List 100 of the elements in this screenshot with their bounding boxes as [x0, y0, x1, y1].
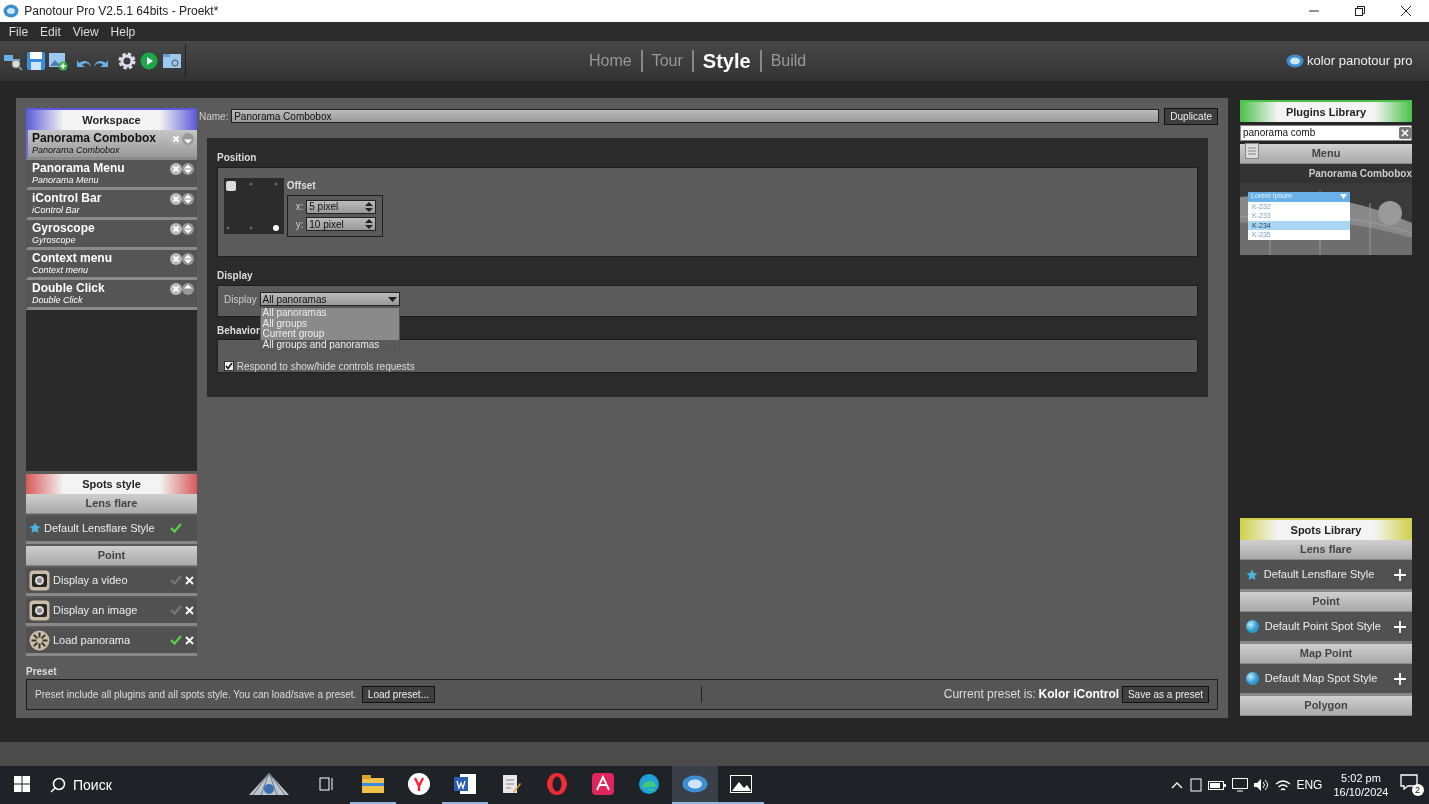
ptp-app-icon — [682, 775, 708, 793]
remove-icon[interactable] — [170, 253, 182, 265]
battery-icon[interactable] — [1208, 779, 1227, 791]
item-subtitle: Panorama Combobox — [32, 145, 121, 156]
reorder-icon[interactable] — [182, 163, 194, 175]
field-label: Display — [224, 293, 257, 307]
spot-style-item[interactable]: Load panorama — [26, 627, 197, 656]
save-button[interactable] — [25, 51, 46, 71]
workspace-item[interactable]: Context menu Context menu — [26, 250, 197, 280]
menu-category-icon — [1245, 143, 1259, 159]
dropdown-option[interactable]: All groups and panoramas — [260, 339, 399, 350]
check-icon[interactable] — [170, 523, 182, 534]
workspace-item[interactable]: Gyroscope Gyroscope — [26, 220, 197, 250]
check-icon[interactable] — [170, 575, 182, 586]
item-subtitle: Panorama Menu — [32, 175, 100, 186]
item-label: Default Lensflare Style — [44, 521, 156, 536]
load-preset-button[interactable]: Load preset... — [361, 685, 435, 703]
clock-date[interactable]: 16/10/2024 — [1333, 785, 1389, 799]
sphere-icon — [1246, 620, 1259, 633]
save-icon — [25, 51, 46, 71]
check-icon[interactable] — [170, 635, 182, 646]
save-preset-button[interactable]: Save as a preset — [1121, 685, 1209, 703]
taskbar-app[interactable] — [672, 766, 718, 804]
reorder-icon[interactable] — [182, 193, 194, 205]
item-subtitle: Double Click — [32, 295, 84, 306]
spot-style-item[interactable]: Default Lensflare Style — [26, 515, 197, 544]
spot-library-item[interactable]: Default Lensflare Style — [1240, 560, 1412, 592]
menu-item[interactable]: Edit — [34, 22, 67, 41]
loader-icon — [29, 629, 50, 651]
reorder-icon[interactable] — [182, 283, 194, 295]
workspace-item[interactable]: Panorama Menu Panorama Menu — [26, 160, 197, 190]
remove-icon[interactable] — [185, 635, 194, 645]
notifications-button[interactable]: 2 — [1399, 774, 1424, 796]
remove-icon[interactable] — [170, 223, 182, 235]
item-subtitle: Gyroscope — [32, 235, 77, 246]
menu-item[interactable]: View — [66, 22, 105, 41]
speaker-icon[interactable] — [1253, 778, 1270, 792]
settings-button[interactable] — [116, 51, 137, 71]
yandex-icon — [408, 773, 430, 795]
wifi-icon[interactable] — [1274, 778, 1291, 792]
category-header: Menu — [1240, 143, 1412, 164]
menu-item[interactable]: Help — [104, 22, 142, 41]
remove-icon[interactable] — [170, 193, 182, 205]
chevron-up-icon[interactable] — [1171, 781, 1184, 789]
play-button[interactable] — [139, 51, 160, 71]
language-indicator[interactable]: ENG — [1296, 776, 1323, 794]
spot-style-item[interactable]: Display a video — [26, 567, 197, 596]
add-icon[interactable] — [1394, 672, 1406, 685]
add-image-button[interactable] — [48, 51, 69, 71]
spot-library-item[interactable]: Default Map Spot Style — [1240, 664, 1412, 696]
workspace-item[interactable]: iControl Bar iControl Bar — [26, 190, 197, 220]
remove-icon[interactable] — [185, 575, 194, 585]
spin-icon[interactable] — [365, 201, 374, 212]
duplicate-button[interactable]: Duplicate — [1164, 107, 1218, 125]
item-title: Context menu — [32, 251, 113, 265]
mode-tab[interactable]: Style — [693, 50, 762, 72]
remove-icon[interactable] — [170, 283, 182, 295]
section-title: Display — [217, 269, 254, 283]
menu-item[interactable]: File — [2, 22, 35, 41]
panel-header: Spots Library — [1240, 518, 1412, 540]
item-label: Display an image — [53, 603, 139, 618]
clear-icon[interactable] — [1399, 126, 1411, 139]
add-icon[interactable] — [1394, 568, 1406, 581]
pdf-app-icon — [592, 773, 614, 795]
spin-field[interactable]: 10 pixel — [306, 217, 377, 232]
item-label: Load panorama — [53, 633, 132, 648]
folder-button[interactable] — [162, 51, 182, 71]
reorder-icon[interactable] — [182, 253, 194, 265]
checkbox[interactable] — [224, 361, 234, 371]
item-title: Panorama Combobox — [32, 131, 158, 145]
reorder-icon[interactable] — [182, 223, 194, 235]
sphere-icon — [1246, 672, 1259, 685]
name-field[interactable]: Panorama Combobox — [231, 109, 1159, 123]
ring-icon — [546, 773, 568, 795]
mode-tab[interactable]: Build — [761, 50, 816, 72]
mode-tab[interactable]: Home — [580, 50, 643, 72]
field-label: x: — [295, 200, 304, 214]
spot-style-item[interactable]: Display an image — [26, 597, 197, 626]
tablet-icon[interactable] — [1188, 778, 1203, 792]
search-field[interactable]: Поиск — [71, 773, 211, 797]
edge-icon — [638, 773, 660, 795]
section-header: Polygon — [1240, 696, 1412, 716]
anchor-grid[interactable] — [224, 178, 284, 234]
display-dropdown[interactable]: All panoramas — [259, 292, 400, 306]
monitor-icon[interactable] — [1231, 778, 1248, 792]
search-field[interactable]: panorama comb — [1240, 124, 1412, 141]
camera-icon — [29, 569, 50, 591]
mode-tab[interactable]: Tour — [642, 50, 694, 72]
photos-icon — [730, 775, 752, 793]
spot-library-item[interactable]: Default Point Spot Style — [1240, 612, 1412, 644]
workspace-item[interactable]: Double Click Double Click — [26, 280, 197, 310]
remove-icon[interactable] — [185, 605, 194, 615]
check-icon[interactable] — [170, 605, 182, 616]
window-title: Panotour Pro V2.5.1 64bits - Proekt* — [24, 3, 219, 20]
remove-icon[interactable] — [170, 163, 182, 175]
clock-time[interactable]: 5:02 pm — [1333, 771, 1389, 785]
spin-icon[interactable] — [365, 219, 374, 230]
add-icon[interactable] — [1394, 620, 1406, 633]
item-title: Gyroscope — [32, 221, 96, 235]
spin-field[interactable]: 5 pixel — [306, 199, 377, 214]
